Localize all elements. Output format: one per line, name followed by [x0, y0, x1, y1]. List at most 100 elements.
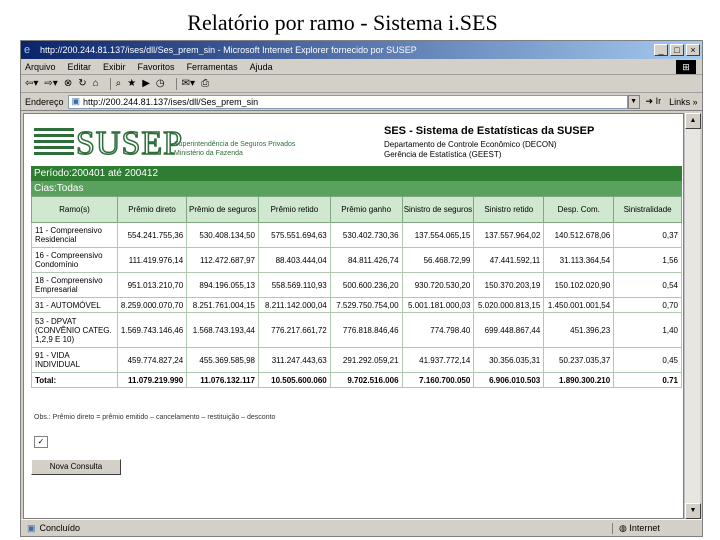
minimize-button[interactable]: _ — [654, 44, 668, 56]
col-sinistro-retido: Sinistro retido — [473, 196, 545, 223]
title-bar: e http://200.244.81.137/ises/dll/Ses_pre… — [21, 41, 702, 59]
col-premio-seguros: Prêmio de seguros — [186, 196, 259, 223]
links-button[interactable]: Links » — [669, 97, 698, 107]
total-label: Total: — [31, 372, 118, 388]
value-cell: 30.356.035,31 — [473, 347, 545, 373]
value-cell: 774.798.40 — [401, 312, 475, 348]
value-cell: 0,45 — [613, 347, 682, 373]
value-cell: 31.113.364,54 — [543, 247, 615, 273]
value-cell: 150.102.020,90 — [543, 272, 615, 298]
value-cell: 459.774.827,24 — [116, 347, 188, 373]
ramo-cell: 16 - Compreensivo Condomínio — [31, 247, 118, 273]
logo-subtitle: Superintendência de Seguros Privados Min… — [174, 141, 296, 157]
value-cell: 1,56 — [613, 247, 682, 273]
slide-title: Relatório por ramo - Sistema i.SES — [187, 10, 498, 35]
stop-icon[interactable]: ⊗ — [64, 78, 72, 89]
browser-window: e http://200.244.81.137/ises/dll/Ses_pre… — [20, 40, 703, 537]
value-cell: 5.001.181.000,03 — [401, 297, 475, 313]
history-icon[interactable]: ◷ — [156, 78, 165, 89]
value-cell: 530.402.730,36 — [329, 222, 403, 248]
ramo-cell: 31 - AUTOMÓVEL — [31, 297, 118, 313]
col-premio-retido: Prêmio retido — [257, 196, 331, 223]
options-checkbox[interactable]: ✓ — [34, 436, 48, 448]
back-icon[interactable]: ⇦▾ — [25, 78, 38, 89]
value-cell: 150.370.203,19 — [473, 272, 545, 298]
logo-stripes — [34, 128, 74, 164]
total-row: Total: 11.079.219.990 11.076.132.117 10.505… — [31, 372, 682, 388]
value-cell: 84.811.426,74 — [329, 247, 403, 273]
col-premio-ganho: Prêmio ganho — [329, 196, 403, 223]
value-cell: 7.529.750.754,00 — [329, 297, 403, 313]
value-cell: 0,37 — [613, 222, 682, 248]
vertical-scrollbar[interactable]: ▲ ▼ — [684, 113, 701, 519]
address-value: http://200.244.81.137/ises/dll/Ses_prem_… — [83, 96, 259, 107]
forward-icon[interactable]: ⇨▾ — [44, 78, 57, 89]
total-cell: 11.076.132.117 — [186, 372, 259, 388]
table-row: 18 - Compreensivo Empresarial 951.013.210… — [31, 272, 682, 298]
table-row: 91 - VIDA INDIVIDUAL 459.774.827,24 455.36… — [31, 347, 682, 373]
total-cell: 0.71 — [613, 372, 682, 388]
col-ramo: Ramo(s) — [31, 196, 118, 223]
cias-band: Cias:Todas — [31, 181, 682, 196]
print-icon[interactable]: ⎙ — [201, 78, 209, 89]
toolbar: ⇦▾ ⇨▾ ⊗ ↻ ⌂ ⌕ ★ ▶ ◷ ✉▾ ⎙ — [21, 75, 702, 93]
menu-ajuda[interactable]: Ajuda — [250, 62, 273, 72]
total-cell: 11.079.219.990 — [116, 372, 188, 388]
value-cell: 1.569.743.146,46 — [116, 312, 188, 348]
close-button[interactable]: × — [686, 44, 700, 56]
address-input[interactable]: ▣ http://200.244.81.137/ises/dll/Ses_pre… — [67, 94, 628, 109]
footnote: Obs.: Prêmio direto = prêmio emitido – c… — [34, 414, 276, 421]
value-cell: 776.818.846,46 — [329, 312, 403, 348]
col-premio-direto: Prêmio direto — [116, 196, 188, 223]
value-cell: 1.568.743.193,44 — [186, 312, 259, 348]
maximize-button[interactable]: □ — [670, 44, 684, 56]
scroll-down-icon[interactable]: ▼ — [685, 503, 701, 519]
go-button[interactable]: ➜ Ir — [646, 96, 662, 107]
ie-logo-icon: e — [24, 44, 31, 56]
value-cell: 575.551.694,63 — [257, 222, 331, 248]
menu-editar[interactable]: Editar — [68, 62, 92, 72]
value-cell: 0,70 — [613, 297, 682, 313]
value-cell: 56.468.72,99 — [401, 247, 475, 273]
address-dropdown-icon[interactable]: ▼ — [627, 94, 640, 109]
value-cell: 451.396,23 — [543, 312, 615, 348]
page-header: SUSEP Superintendência de Seguros Privad… — [34, 120, 683, 170]
value-cell: 500.600.236,20 — [329, 272, 403, 298]
susep-logo: SUSEP Superintendência de Seguros Privad… — [34, 125, 314, 164]
value-cell: 530.408.134,50 — [186, 222, 259, 248]
value-cell: 455.369.585,98 — [186, 347, 259, 373]
scroll-up-icon[interactable]: ▲ — [685, 113, 701, 129]
new-query-button[interactable]: Nova Consulta — [31, 459, 121, 475]
value-cell: 88.403.444,04 — [257, 247, 331, 273]
value-cell: 137.557.964,02 — [473, 222, 545, 248]
value-cell: 311.247.443,63 — [257, 347, 331, 373]
ramo-cell: 18 - Compreensivo Empresarial — [31, 272, 118, 298]
mail-icon[interactable]: ✉▾ — [182, 78, 195, 89]
page-content: SUSEP Superintendência de Seguros Privad… — [23, 113, 684, 519]
value-cell: 137.554.065,15 — [401, 222, 475, 248]
value-cell: 776.217.661,72 — [257, 312, 331, 348]
media-icon[interactable]: ▶ — [142, 78, 150, 89]
address-bar: Endereço ▣ http://200.244.81.137/ises/dl… — [21, 93, 702, 111]
value-cell: 1.450.001.001,54 — [543, 297, 615, 313]
logo-text: SUSEP — [75, 125, 184, 163]
menu-ferramentas[interactable]: Ferramentas — [187, 62, 238, 72]
total-cell: 1.890.300.210 — [543, 372, 615, 388]
value-cell: 112.472.687,97 — [186, 247, 259, 273]
menu-arquivo[interactable]: Arquivo — [25, 62, 56, 72]
search-icon[interactable]: ⌕ — [116, 78, 122, 89]
home-icon[interactable]: ⌂ — [93, 78, 99, 89]
refresh-icon[interactable]: ↻ — [78, 78, 86, 89]
value-cell: 951.013.210,70 — [116, 272, 188, 298]
value-cell: 8.259.000.070,70 — [116, 297, 188, 313]
system-title: SES - Sistema de Estatísticas da SUSEP — [384, 125, 595, 137]
value-cell: 1,40 — [613, 312, 682, 348]
value-cell: 558.569.110,93 — [257, 272, 331, 298]
value-cell: 894.196.055,13 — [186, 272, 259, 298]
total-cell: 9.702.516.006 — [329, 372, 403, 388]
col-sinistro-seguros: Sinistro de seguros — [401, 196, 475, 223]
menu-exibir[interactable]: Exibir — [103, 62, 126, 72]
table-row: 11 - Compreensivo Residencial 554.241.755… — [31, 222, 682, 248]
menu-favoritos[interactable]: Favoritos — [138, 62, 175, 72]
favorites-icon[interactable]: ★ — [127, 78, 136, 89]
